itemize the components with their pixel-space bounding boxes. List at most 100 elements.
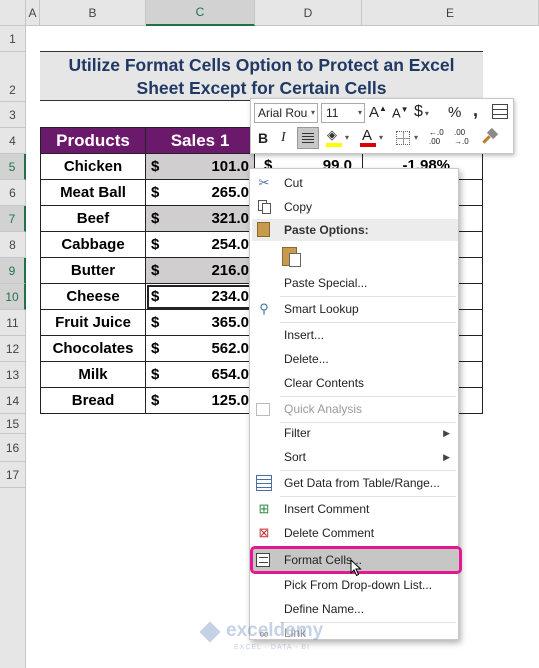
column-header-d[interactable]: D xyxy=(255,0,362,26)
product-cell[interactable]: Butter xyxy=(40,257,146,284)
menu-item-paste-special[interactable]: Paste Special... xyxy=(250,271,458,295)
dollar-icon: $ xyxy=(414,103,423,120)
italic-button[interactable]: I xyxy=(281,130,286,146)
row-header-16[interactable]: 16 xyxy=(0,434,26,462)
paste-options-label: Paste Options: xyxy=(284,223,369,237)
sales-cell[interactable]: $265.0 xyxy=(145,179,255,206)
percent-style-button[interactable]: % xyxy=(448,104,461,121)
decrease-decimal-button[interactable]: .00 →.0 xyxy=(454,128,469,146)
menu-item-delete-comment[interactable]: ⊠ Delete Comment xyxy=(250,521,458,545)
font-color-letter: A xyxy=(362,127,373,144)
column-header-c[interactable]: C xyxy=(146,0,255,26)
bold-button[interactable]: B xyxy=(258,130,268,146)
sales-cell[interactable]: $365.0 xyxy=(145,309,255,336)
product-cell[interactable]: Bread xyxy=(40,387,146,414)
increase-decimal-button[interactable]: ←.0 .00 xyxy=(429,128,444,146)
row-header-5[interactable]: 5 xyxy=(0,154,26,180)
menu-item-filter[interactable]: Filter ▶ xyxy=(250,421,458,445)
menu-item-cut[interactable]: ✂ Cut xyxy=(250,171,458,195)
menu-item-clear-contents[interactable]: Clear Contents xyxy=(250,371,458,395)
format-painter-table-icon[interactable] xyxy=(492,104,508,119)
align-center-button[interactable] xyxy=(297,127,319,149)
font-color-button[interactable]: A ▾ xyxy=(359,127,385,149)
row-header-12[interactable]: 12 xyxy=(0,336,26,362)
comma-style-button[interactable]: , xyxy=(473,100,478,121)
row-header-9[interactable]: 9 xyxy=(0,258,26,284)
row-header-7[interactable]: 7 xyxy=(0,206,26,232)
decrease-font-size-button[interactable]: A▼ xyxy=(392,105,409,120)
row-header-17[interactable]: 17 xyxy=(0,462,26,488)
menu-item-sort[interactable]: Sort ▶ xyxy=(250,445,458,469)
table-row: Beef $321.0 xyxy=(40,205,255,232)
row-header-10[interactable]: 10 xyxy=(0,284,26,310)
row-header-6[interactable]: 6 xyxy=(0,180,26,206)
product-cell[interactable]: Fruit Juice xyxy=(40,309,146,336)
chevron-down-icon: ▾ xyxy=(414,133,419,142)
font-size-value: 11 xyxy=(326,106,339,120)
menu-item-get-data[interactable]: Get Data from Table/Range... xyxy=(250,471,458,495)
product-cell[interactable]: Chicken xyxy=(40,153,146,180)
row-header-13[interactable]: 13 xyxy=(0,362,26,388)
select-all-corner[interactable] xyxy=(0,0,26,26)
sheet-title-line1: Utilize Format Cells Option to Protect a… xyxy=(68,55,455,75)
column-header-e[interactable]: E xyxy=(362,0,539,26)
sales-value: 254.0 xyxy=(211,236,249,253)
menu-item-delete[interactable]: Delete... xyxy=(250,347,458,371)
sales-cell[interactable]: $125.0 xyxy=(145,387,255,414)
row-header-3[interactable]: 3 xyxy=(0,102,26,128)
font-size-box[interactable]: 11 ▾ xyxy=(321,103,365,123)
menu-item-quick-analysis[interactable]: Quick Analysis xyxy=(250,397,458,421)
sales-cell[interactable]: $562.0 xyxy=(145,335,255,362)
menu-item-smart-lookup[interactable]: ⚲ Smart Lookup xyxy=(250,297,458,321)
chevron-down-icon: ▾ xyxy=(345,133,350,142)
chevron-down-icon: ▾ xyxy=(310,108,315,117)
fill-color-bar xyxy=(326,143,342,147)
product-cell[interactable]: Cheese xyxy=(40,283,146,310)
product-cell[interactable]: Meat Ball xyxy=(40,179,146,206)
format-painter-icon[interactable] xyxy=(481,127,499,147)
row-header-2[interactable]: 2 xyxy=(0,52,26,102)
accounting-format-button[interactable]: $ ▾ xyxy=(414,103,429,121)
menu-label: Smart Lookup xyxy=(284,302,359,316)
menu-item-insert-comment[interactable]: ⊞ Insert Comment xyxy=(250,497,458,521)
sheet-title[interactable]: Utilize Format Cells Option to Protect a… xyxy=(40,51,483,101)
sales-cell[interactable]: $101.0 xyxy=(145,153,255,180)
sales-cell[interactable]: $654.0 xyxy=(145,361,255,388)
currency-symbol: $ xyxy=(151,210,160,227)
sales-cell[interactable]: $321.0 xyxy=(145,205,255,232)
sales-cell[interactable]: $254.0 xyxy=(145,231,255,258)
row-header-14[interactable]: 14 xyxy=(0,388,26,414)
paste-icon[interactable] xyxy=(282,245,304,269)
menu-item-insert[interactable]: Insert... xyxy=(250,323,458,347)
menu-item-copy[interactable]: Copy xyxy=(250,195,458,219)
increase-font-size-button[interactable]: A▲ xyxy=(369,104,387,121)
delete-comment-icon: ⊠ xyxy=(258,525,270,540)
row-header-1[interactable]: 1 xyxy=(0,26,26,52)
active-sales-cell[interactable]: $234.0 xyxy=(145,283,255,310)
column-header-a[interactable]: A xyxy=(26,0,40,26)
row-header-8[interactable]: 8 xyxy=(0,232,26,258)
product-cell[interactable]: Beef xyxy=(40,205,146,232)
watermark-brand: exceldemy xyxy=(226,620,324,641)
table-icon xyxy=(256,475,272,491)
watermark-logo-icon xyxy=(199,621,221,643)
table-row: Milk $654.0 xyxy=(40,361,255,388)
row-header-11[interactable]: 11 xyxy=(0,310,26,336)
chevron-right-icon: ▶ xyxy=(443,451,450,462)
product-cell[interactable]: Milk xyxy=(40,361,146,388)
table-row: Chocolates $562.0 xyxy=(40,335,255,362)
borders-button[interactable]: ▾ xyxy=(395,129,421,149)
menu-label: Quick Analysis xyxy=(284,402,363,416)
watermark-tagline: EXCEL · DATA · BI xyxy=(234,644,310,651)
sales-cell[interactable]: $216.0 xyxy=(145,257,255,284)
fill-color-button[interactable]: ◈ ▾ xyxy=(325,127,351,149)
row-header-15[interactable]: 15 xyxy=(0,414,26,434)
product-cell[interactable]: Chocolates xyxy=(40,335,146,362)
product-cell[interactable]: Cabbage xyxy=(40,231,146,258)
header-products[interactable]: Products xyxy=(40,127,146,154)
menu-label: Paste Special... xyxy=(284,276,368,290)
header-sales[interactable]: Sales 1 xyxy=(145,127,255,154)
row-header-4[interactable]: 4 xyxy=(0,128,26,154)
font-name-box[interactable]: Arial Rou ▾ xyxy=(254,103,318,123)
column-header-b[interactable]: B xyxy=(40,0,146,26)
